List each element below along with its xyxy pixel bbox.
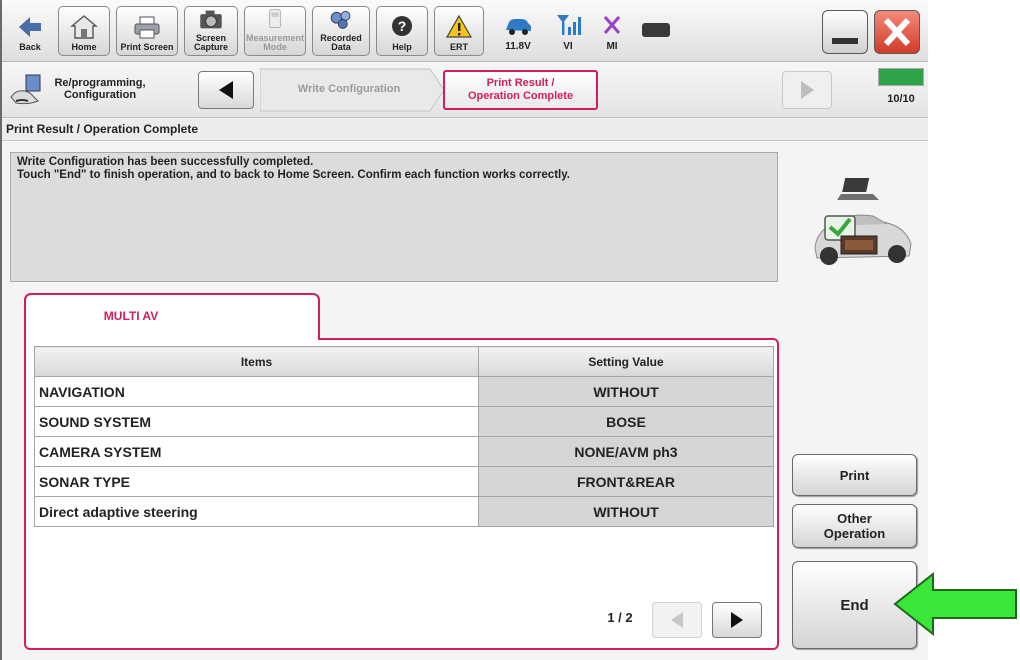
step-print-result: Print Result / Operation Complete bbox=[443, 70, 598, 110]
table-row[interactable]: CAMERA SYSTEM NONE/AVM ph3 bbox=[34, 436, 774, 467]
battery-voltage: 11.8V bbox=[505, 41, 531, 52]
column-header-setting-value: Setting Value bbox=[478, 346, 774, 377]
back-button[interactable]: Back bbox=[8, 6, 52, 56]
printer-icon bbox=[134, 16, 160, 39]
configuration-panel: Items Setting Value NAVIGATION WITHOUT S… bbox=[24, 338, 779, 650]
measurement-mode-label: Measurement Mode bbox=[245, 33, 305, 52]
close-button[interactable] bbox=[874, 10, 920, 54]
tab-multi-av[interactable]: MULTI AV bbox=[24, 293, 320, 340]
row-value: WITHOUT bbox=[478, 496, 774, 527]
close-icon bbox=[883, 17, 911, 47]
row-item: NAVIGATION bbox=[34, 376, 479, 407]
row-value: BOSE bbox=[478, 406, 774, 437]
table-row[interactable]: Direct adaptive steering WITHOUT bbox=[34, 496, 774, 527]
vehicle-connected-illustration bbox=[814, 178, 912, 265]
next-page-button[interactable] bbox=[712, 602, 762, 638]
other-operation-label: Other Operation bbox=[823, 511, 886, 541]
vehicle-battery-status: 11.8V bbox=[492, 6, 544, 56]
mi-status: MI bbox=[592, 6, 632, 56]
help-label: Help bbox=[392, 42, 412, 52]
configuration-table: Items Setting Value NAVIGATION WITHOUT S… bbox=[34, 346, 774, 527]
mi-label: MI bbox=[606, 41, 618, 52]
page-left-icon bbox=[671, 612, 683, 628]
other-operation-button[interactable]: Other Operation bbox=[792, 504, 917, 548]
tab-joint bbox=[26, 336, 318, 341]
print-button-label: Print bbox=[839, 467, 870, 483]
page-right-icon bbox=[731, 612, 743, 628]
help-icon: ? bbox=[392, 16, 412, 36]
table-row[interactable]: SONAR TYPE FRONT&REAR bbox=[34, 466, 774, 497]
car-icon bbox=[506, 19, 531, 35]
main-toolbar: Back Home Print Screen Screen Capture Me… bbox=[2, 0, 928, 62]
recorded-data-button[interactable]: Recorded Data bbox=[312, 6, 370, 56]
row-value: WITHOUT bbox=[478, 376, 774, 407]
page-title: Print Result / Operation Complete bbox=[2, 119, 928, 141]
home-label: Home bbox=[71, 42, 97, 52]
row-item: SONAR TYPE bbox=[34, 466, 479, 497]
recorded-data-icon bbox=[330, 11, 351, 29]
row-item: SOUND SYSTEM bbox=[34, 406, 479, 437]
workflow-bar: Re/programming, Configuration Write Conf… bbox=[2, 63, 928, 118]
ert-button[interactable]: ERT bbox=[434, 6, 484, 56]
screen-capture-label: Screen Capture bbox=[193, 33, 228, 52]
signal-icon bbox=[557, 15, 581, 35]
step-write-configuration: Write Configuration bbox=[297, 83, 401, 95]
workflow-section-label: Re/programming, Configuration bbox=[54, 77, 146, 101]
ert-label: ERT bbox=[450, 42, 468, 52]
reprogramming-icon bbox=[10, 74, 41, 105]
row-value: NONE/AVM ph3 bbox=[478, 436, 774, 467]
progress-fill bbox=[879, 69, 923, 85]
print-screen-button[interactable]: Print Screen bbox=[116, 6, 178, 56]
current-step-label: Print Result / Operation Complete bbox=[467, 77, 574, 102]
message-line-2: Touch "End" to finish operation, and to … bbox=[17, 169, 570, 181]
back-arrow-icon bbox=[19, 17, 41, 37]
disconnected-icon bbox=[603, 16, 621, 34]
progress-bar bbox=[878, 68, 924, 86]
minimize-button[interactable] bbox=[822, 10, 868, 54]
help-button[interactable]: ? Help bbox=[376, 6, 428, 56]
home-button[interactable]: Home bbox=[58, 6, 110, 56]
row-value: FRONT&REAR bbox=[478, 466, 774, 497]
screen-capture-button[interactable]: Screen Capture bbox=[184, 6, 238, 56]
end-button-label: End bbox=[840, 596, 869, 614]
minimize-icon bbox=[832, 38, 858, 44]
camera-icon bbox=[200, 10, 222, 29]
svg-text:?: ? bbox=[398, 18, 407, 34]
print-button[interactable]: Print bbox=[792, 454, 917, 496]
column-header-items: Items bbox=[34, 346, 479, 377]
vi-label: VI bbox=[563, 41, 573, 52]
battery-icon bbox=[642, 23, 670, 37]
message-line-1: Write Configuration has been successfull… bbox=[17, 156, 314, 168]
tab-multi-av-label: MULTI AV bbox=[103, 309, 159, 323]
row-item: CAMERA SYSTEM bbox=[34, 436, 479, 467]
status-message: Write Configuration has been successfull… bbox=[10, 152, 778, 282]
vi-status: VI bbox=[548, 6, 588, 56]
progress-counter: 10/10 bbox=[887, 93, 915, 105]
print-screen-label: Print Screen bbox=[120, 42, 174, 52]
back-label: Back bbox=[19, 42, 41, 52]
table-header-row: Items Setting Value bbox=[34, 346, 774, 377]
consult-app-window: Back Home Print Screen Screen Capture Me… bbox=[0, 0, 928, 660]
measurement-mode-button[interactable]: Measurement Mode bbox=[244, 6, 306, 56]
recorded-data-label: Recorded Data bbox=[320, 33, 362, 52]
right-arrow-icon bbox=[801, 81, 814, 99]
next-step-button[interactable] bbox=[782, 71, 832, 109]
table-row[interactable]: NAVIGATION WITHOUT bbox=[34, 376, 774, 407]
home-icon bbox=[70, 15, 98, 39]
callout-arrow-icon bbox=[893, 572, 1017, 636]
meter-icon bbox=[269, 9, 281, 28]
page-indicator: 1 / 2 bbox=[607, 610, 633, 625]
previous-page-button[interactable] bbox=[652, 602, 702, 638]
row-item: Direct adaptive steering bbox=[34, 496, 479, 527]
left-arrow-icon bbox=[219, 81, 233, 99]
table-row[interactable]: SOUND SYSTEM BOSE bbox=[34, 406, 774, 437]
previous-step-button[interactable] bbox=[198, 71, 254, 109]
warning-icon bbox=[445, 14, 473, 38]
